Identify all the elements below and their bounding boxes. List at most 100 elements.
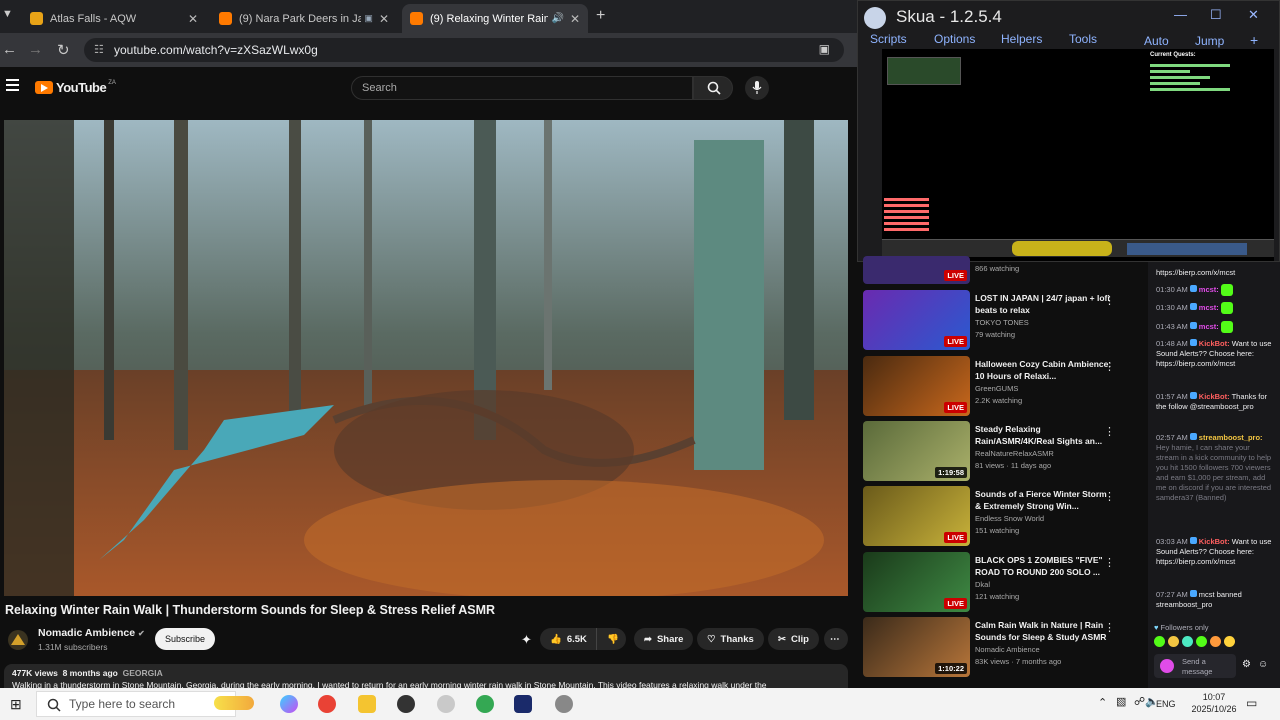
reload-icon[interactable]: ↻ — [57, 41, 70, 59]
more-icon[interactable]: ⋮ — [1104, 556, 1115, 569]
chrome-icon[interactable] — [318, 695, 336, 713]
clock[interactable]: 10:07 2025/10/26 — [1186, 691, 1242, 715]
rec-thumbnail[interactable]: LIVE — [863, 552, 970, 612]
rec-card[interactable]: LIVE Sounds of a Fierce Winter Storm & E… — [863, 486, 1143, 546]
donate-icon[interactable]: ✦ — [521, 632, 532, 648]
menu-helpers[interactable]: Helpers — [1001, 32, 1042, 46]
rec-thumbnail[interactable]: LIVE — [863, 290, 970, 350]
taskbar-search[interactable]: Type here to search — [36, 691, 236, 717]
rec-card[interactable]: 1:10:22 Calm Rain Walk in Nature | Rain … — [863, 617, 1143, 677]
close-icon[interactable]: ✕ — [570, 12, 580, 26]
rec-card[interactable]: LIVE 866 watching — [863, 256, 1143, 286]
chat-username[interactable]: KickBot: — [1199, 537, 1230, 546]
menu-options[interactable]: Options — [934, 32, 975, 46]
search-button[interactable] — [693, 76, 733, 100]
chat-username[interactable]: mcst: — [1199, 285, 1219, 294]
more-icon[interactable]: ⋮ — [1104, 360, 1115, 373]
chat-settings-icon[interactable]: ⚙ — [1242, 660, 1251, 670]
search-highlight-icon[interactable] — [214, 696, 254, 710]
emote-picker-icon[interactable]: ☺ — [1258, 660, 1268, 670]
menu-scripts[interactable]: Scripts — [870, 32, 907, 46]
tab-list-button[interactable]: ▼ — [2, 8, 13, 20]
chat-input[interactable]: Send a message — [1154, 654, 1236, 678]
language-indicator[interactable]: ENG — [1156, 699, 1176, 709]
game-viewport[interactable]: Current Quests: — [882, 49, 1274, 261]
rec-thumbnail[interactable]: LIVE — [863, 256, 970, 284]
game-app-icon[interactable] — [514, 695, 532, 713]
chat-username[interactable]: mcst: — [1199, 303, 1219, 312]
rec-thumbnail[interactable]: 1:10:22 — [863, 617, 970, 677]
auto-button[interactable]: Auto — [1144, 34, 1169, 48]
menu-tools[interactable]: Tools — [1069, 32, 1097, 46]
app-icon[interactable] — [397, 695, 415, 713]
rec-card[interactable]: LIVE Halloween Cozy Cabin Ambience: 10 H… — [863, 356, 1143, 416]
close-icon[interactable]: ✕ — [188, 12, 198, 26]
forward-icon[interactable]: → — [28, 41, 43, 58]
search-input[interactable]: Search — [351, 76, 693, 100]
copilot-icon[interactable] — [280, 695, 298, 713]
rec-channel[interactable]: TOKYO TONES — [975, 318, 1029, 327]
jump-button[interactable]: Jump — [1195, 34, 1224, 48]
rec-channel[interactable]: Nomadic Ambience — [975, 645, 1040, 654]
rec-channel[interactable]: GreenGUMS — [975, 384, 1018, 393]
chrome-active-icon[interactable] — [476, 695, 494, 713]
youtube-logo[interactable]: YouTube ZA — [35, 80, 116, 95]
back-icon[interactable]: ← — [2, 41, 17, 58]
add-button[interactable]: + — [1250, 32, 1258, 48]
notifications-icon[interactable]: ▭ — [1246, 696, 1257, 710]
channel-avatar[interactable] — [8, 630, 28, 650]
rec-card[interactable]: 1:19:58 Steady Relaxing Rain/ASMR/4K/Rea… — [863, 421, 1143, 481]
voice-search-button[interactable] — [745, 76, 769, 100]
thanks-button[interactable]: ♡ Thanks — [697, 628, 764, 650]
audio-icon[interactable]: 🔊 — [551, 13, 563, 24]
more-icon[interactable]: ⋮ — [1104, 621, 1115, 634]
rec-card[interactable]: LIVE LOST IN JAPAN | 24/7 japan + lofi b… — [863, 290, 1143, 350]
minimize-icon[interactable]: — — [1174, 7, 1187, 22]
new-tab-button[interactable]: + — [596, 7, 605, 25]
rec-channel[interactable]: Dkal — [975, 580, 990, 589]
game-action-bar[interactable] — [882, 239, 1274, 257]
rec-channel[interactable]: Endless Snow World — [975, 514, 1044, 523]
rec-thumbnail[interactable]: LIVE — [863, 486, 970, 546]
like-button[interactable]: 👍 6.5K — [540, 628, 597, 650]
rec-thumbnail[interactable]: 1:19:58 — [863, 421, 970, 481]
player-portrait[interactable] — [887, 57, 961, 85]
battery-icon[interactable]: ▧ — [1116, 695, 1126, 708]
maximize-icon[interactable]: ☐ — [1210, 7, 1222, 23]
dislike-button[interactable]: 👎 — [596, 628, 626, 650]
close-icon[interactable]: ✕ — [1248, 7, 1259, 23]
emote-bar[interactable] — [1154, 636, 1274, 648]
site-info-icon[interactable]: ☷ — [94, 43, 104, 56]
subscribe-button[interactable]: Subscribe — [155, 628, 215, 650]
description-box[interactable]: 477K views 8 months ago GEORGIA Walking … — [4, 664, 848, 688]
address-bar[interactable]: ☷ youtube.com/watch?v=zXSazWLwx0g ▣ — [84, 38, 844, 62]
share-button[interactable]: ➦ Share — [634, 628, 694, 650]
more-icon[interactable]: ⋮ — [1104, 490, 1115, 503]
app-icon-2[interactable] — [437, 695, 455, 713]
tab-relaxing-winter[interactable]: (9) Relaxing Winter Rain Wa 🔊 ✕ — [402, 4, 588, 33]
chat-username[interactable]: KickBot: — [1199, 392, 1230, 401]
clip-button[interactable]: ✂ Clip — [768, 628, 819, 650]
rec-channel[interactable]: RealNatureRelaxASMR — [975, 449, 1054, 458]
more-icon[interactable]: ⋮ — [1104, 294, 1115, 307]
skua-app-icon[interactable] — [555, 695, 573, 713]
file-explorer-icon[interactable] — [358, 695, 376, 713]
rec-thumbnail[interactable]: LIVE — [863, 356, 970, 416]
chat-username[interactable]: mcst: — [1199, 322, 1219, 331]
chat-username[interactable]: streamboost_pro: — [1199, 433, 1263, 442]
chat-username[interactable]: KickBot: — [1199, 339, 1230, 348]
more-icon[interactable]: ⋮ — [1104, 425, 1115, 438]
tab-nara-park[interactable]: (9) Nara Park Deers in Japan ▣ ✕ — [211, 4, 397, 33]
video-player[interactable] — [4, 120, 848, 596]
start-icon[interactable]: ⊞ — [10, 696, 22, 713]
tray-overflow-icon[interactable]: ⌃ — [1098, 696, 1107, 709]
more-actions-button[interactable]: ⋯ — [824, 628, 848, 650]
location-tag[interactable]: GEORGIA — [123, 668, 163, 678]
close-icon[interactable]: ✕ — [379, 12, 389, 26]
menu-icon[interactable] — [6, 79, 19, 91]
tab-atlas-falls[interactable]: Atlas Falls - AQW ✕ — [22, 4, 206, 33]
install-app-icon[interactable]: ▣ — [819, 42, 830, 56]
rec-card[interactable]: LIVE BLACK OPS 1 ZOMBIES "FIVE" ROAD TO … — [863, 552, 1143, 612]
channel-name[interactable]: Nomadic Ambience ✔ — [38, 627, 145, 639]
network-icon[interactable]: ☍ — [1134, 695, 1145, 708]
